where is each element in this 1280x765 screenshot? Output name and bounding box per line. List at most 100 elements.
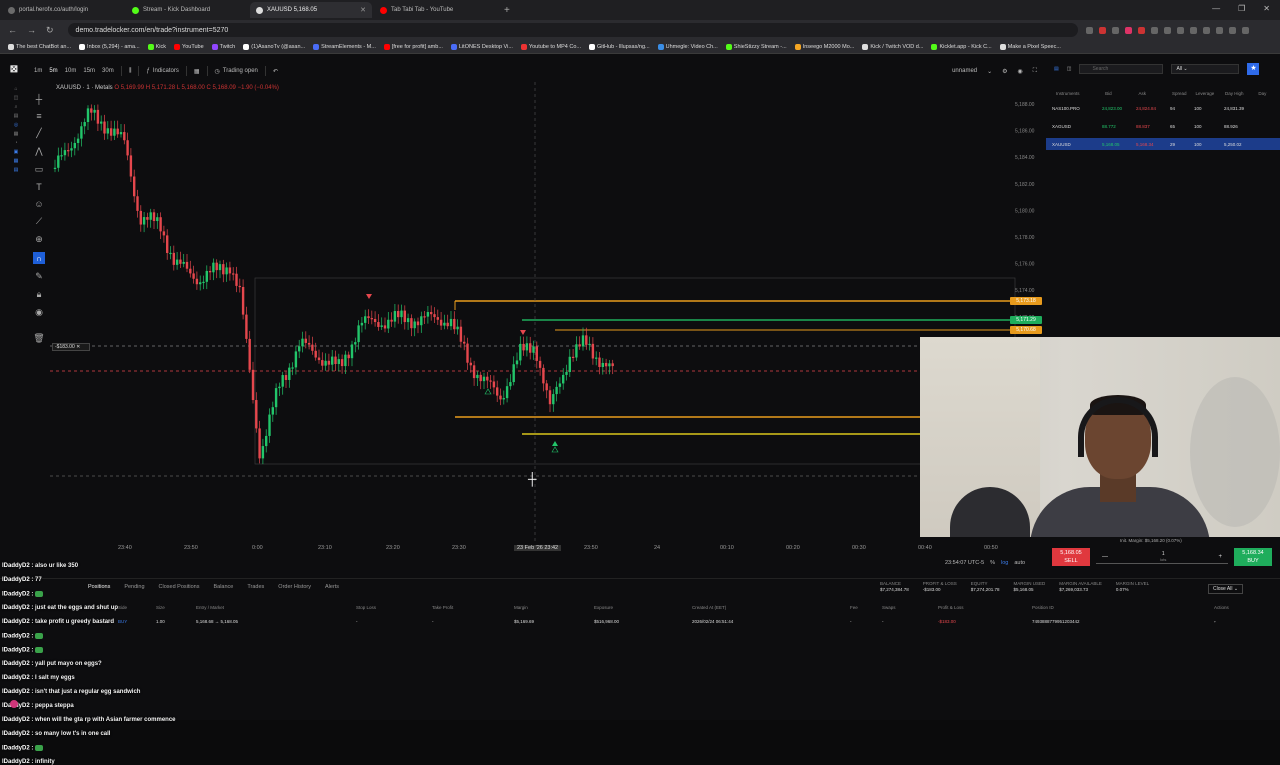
bookmark-item[interactable]: (1)AsanoTv (@asan...	[243, 43, 305, 50]
close-all-button[interactable]: Close All ⌄	[1208, 584, 1244, 594]
positions-column-header[interactable]: Profit & Loss	[938, 605, 964, 610]
positions-column-header[interactable]: Exposure	[594, 605, 613, 610]
log-scale-toggle[interactable]: log	[1001, 560, 1008, 566]
tab-alerts[interactable]: Alerts	[325, 584, 339, 590]
bookmark-item[interactable]: Twitch	[211, 43, 235, 50]
extension-icon[interactable]	[1137, 26, 1145, 34]
browser-tab[interactable]: portal.herofx.co/auth/login	[2, 2, 124, 18]
bookmark-item[interactable]: Kicklet.app - Kick C...	[931, 43, 992, 50]
bookmark-item[interactable]: LitONES Desktop Vi...	[450, 43, 513, 50]
browser-tab[interactable]: Tab Tabi Tab - YouTube	[374, 2, 496, 18]
close-position-icon[interactable]: ◦	[1214, 619, 1216, 624]
day-high-value: 88.926	[1224, 123, 1238, 129]
favorite-star-icon[interactable]: ★	[1247, 63, 1260, 75]
minimize-icon[interactable]: —	[1212, 4, 1220, 13]
watchlist-column-header[interactable]: Instruments	[1050, 91, 1105, 96]
reload-icon[interactable]: ↻	[46, 25, 54, 36]
bookmark-favicon-icon	[657, 43, 664, 50]
browser-tab[interactable]: Stream - Kick Dashboard	[126, 2, 248, 18]
bookmark-item[interactable]: GitHub - lllupsas/ng...	[589, 43, 650, 50]
watchlist-search[interactable]: Search	[1079, 64, 1164, 74]
extension-icon[interactable]	[1124, 26, 1132, 34]
close-window-icon[interactable]: ✕	[1263, 4, 1270, 13]
watchlist-column-header[interactable]: Day High	[1225, 91, 1258, 96]
extension-icon[interactable]	[1176, 26, 1184, 34]
extension-icon[interactable]	[1189, 26, 1197, 34]
watchlist-row[interactable]: XAGUSD 88.772 88.837 65 100 88.926	[1046, 120, 1280, 132]
minus-icon[interactable]: —	[1102, 554, 1108, 560]
extension-icon[interactable]	[1111, 26, 1119, 34]
price-tag-label: 5,173.18	[1016, 298, 1036, 304]
bookmark-item[interactable]: Kick	[147, 43, 166, 50]
positions-column-header[interactable]: Created At (EET)	[692, 605, 726, 610]
filter-value: All	[1176, 66, 1183, 72]
url-field[interactable]: demo.tradelocker.com/en/trade?instrument…	[67, 23, 1078, 37]
chat-message: lDaddyD2 : isn't that just a regular egg…	[2, 689, 140, 695]
bookmark-item[interactable]: StreamElements - M...	[313, 43, 376, 50]
watchlist-column-header[interactable]: Leverage	[1196, 91, 1225, 96]
bookmark-item[interactable]: ShieStizzy Stream -...	[725, 43, 787, 50]
extension-icon[interactable]	[1150, 26, 1158, 34]
bookmark-item[interactable]: [free for profit] amb...	[383, 43, 443, 50]
spread-value: 65	[1170, 123, 1176, 129]
price-chart[interactable]: 5,188.00 5,186.00 5,184.00 5,182.00 5,180.00…	[0, 54, 1045, 554]
positions-column-header[interactable]: Fee	[850, 605, 858, 610]
candle-body	[522, 343, 525, 351]
position-pnl-tag[interactable]: -$183.00 ✕	[52, 343, 90, 351]
plus-icon[interactable]: +	[1218, 554, 1222, 560]
bookmark-label: LitONES Desktop Vi...	[458, 43, 513, 50]
watchlist-column-header[interactable]: Bid	[1105, 91, 1138, 96]
percent-scale-toggle[interactable]: %	[990, 560, 995, 566]
tab-order-history[interactable]: Order History	[278, 584, 311, 590]
price-tag-label: 5,170.68	[1016, 327, 1036, 333]
extension-icon[interactable]	[1098, 26, 1106, 34]
chat-message: lDaddyD2 : so many low t's in one call	[2, 731, 110, 737]
candle-body	[433, 314, 436, 318]
watchlist-icon[interactable]: ▤	[1054, 66, 1059, 72]
extension-icon[interactable]	[1241, 26, 1249, 34]
positions-column-header[interactable]: Margin	[514, 605, 528, 610]
timezone-label[interactable]: 23:54:07 UTC-5	[945, 560, 984, 566]
chat-message: lDaddyD2 : I salt my eggs	[2, 675, 75, 681]
watchlist-column-header[interactable]: Day	[1258, 91, 1280, 96]
buy-button[interactable]: 5,168.34 BUY	[1234, 548, 1272, 566]
forward-icon[interactable]: →	[27, 25, 36, 36]
watchlist-row[interactable]: XAUUSD 5,168.05 5,168.34 29 100 5,250.02	[1046, 138, 1280, 150]
bookmark-item[interactable]: Make a Pixel Speec...	[999, 43, 1061, 50]
positions-column-header[interactable]: Swaps	[882, 605, 896, 610]
alerts-icon[interactable]: ◫	[1067, 66, 1072, 72]
watchlist-filter[interactable]: All ⌄	[1171, 64, 1240, 74]
candle-body	[364, 316, 367, 323]
new-tab-icon[interactable]: +	[504, 5, 510, 16]
positions-column-header[interactable]: Position ID	[1032, 605, 1054, 610]
bookmark-item[interactable]: Kick / Twitch VOD d...	[862, 43, 923, 50]
positions-column-header[interactable]: Take Profit	[432, 605, 453, 610]
sell-price: 5,168.05	[1060, 550, 1082, 556]
watchlist-column-header[interactable]: Ask	[1139, 91, 1172, 96]
bookmark-item[interactable]: Inbox (5,294) - ama...	[79, 43, 140, 50]
candle-body	[611, 363, 614, 367]
candle-body	[430, 312, 433, 315]
extension-icon[interactable]	[1085, 26, 1093, 34]
watchlist-column-header[interactable]: Spread	[1172, 91, 1196, 96]
bookmark-item[interactable]: Youtube to MP4 Co...	[520, 43, 581, 50]
browser-tab-active[interactable]: XAUUSD 5,168.05 ✕	[250, 2, 372, 18]
sell-button[interactable]: 5,168.05 SELL	[1052, 548, 1090, 566]
back-icon[interactable]: ←	[8, 25, 17, 36]
watchlist-row[interactable]: NAS100.PRO 24,823.00 24,824.84 94 100 24,831.…	[1046, 102, 1280, 114]
close-tab-icon[interactable]: ✕	[360, 6, 366, 14]
address-bar-row: ← → ↻ demo.tradelocker.com/en/trade?inst…	[0, 20, 1280, 40]
extension-icon[interactable]	[1228, 26, 1236, 34]
extension-icon[interactable]	[1215, 26, 1223, 34]
lot-size-stepper[interactable]: —1 lots +	[1096, 550, 1228, 564]
bookmark-item[interactable]: Uhmegle: Video Ch...	[657, 43, 718, 50]
bookmark-item[interactable]: The best ChatBot an...	[8, 43, 71, 50]
extension-icon[interactable]	[1202, 26, 1210, 34]
auto-scale-toggle[interactable]: auto	[1014, 560, 1025, 566]
positions-column-header[interactable]: Stop Loss	[356, 605, 376, 610]
maximize-icon[interactable]: ❐	[1238, 4, 1245, 13]
bookmark-item[interactable]: YouTube	[174, 43, 204, 50]
extension-icon[interactable]	[1163, 26, 1171, 34]
bookmark-item[interactable]: Inseego M2000 Mo...	[794, 43, 854, 50]
positions-column-header[interactable]: Actions	[1214, 605, 1229, 610]
